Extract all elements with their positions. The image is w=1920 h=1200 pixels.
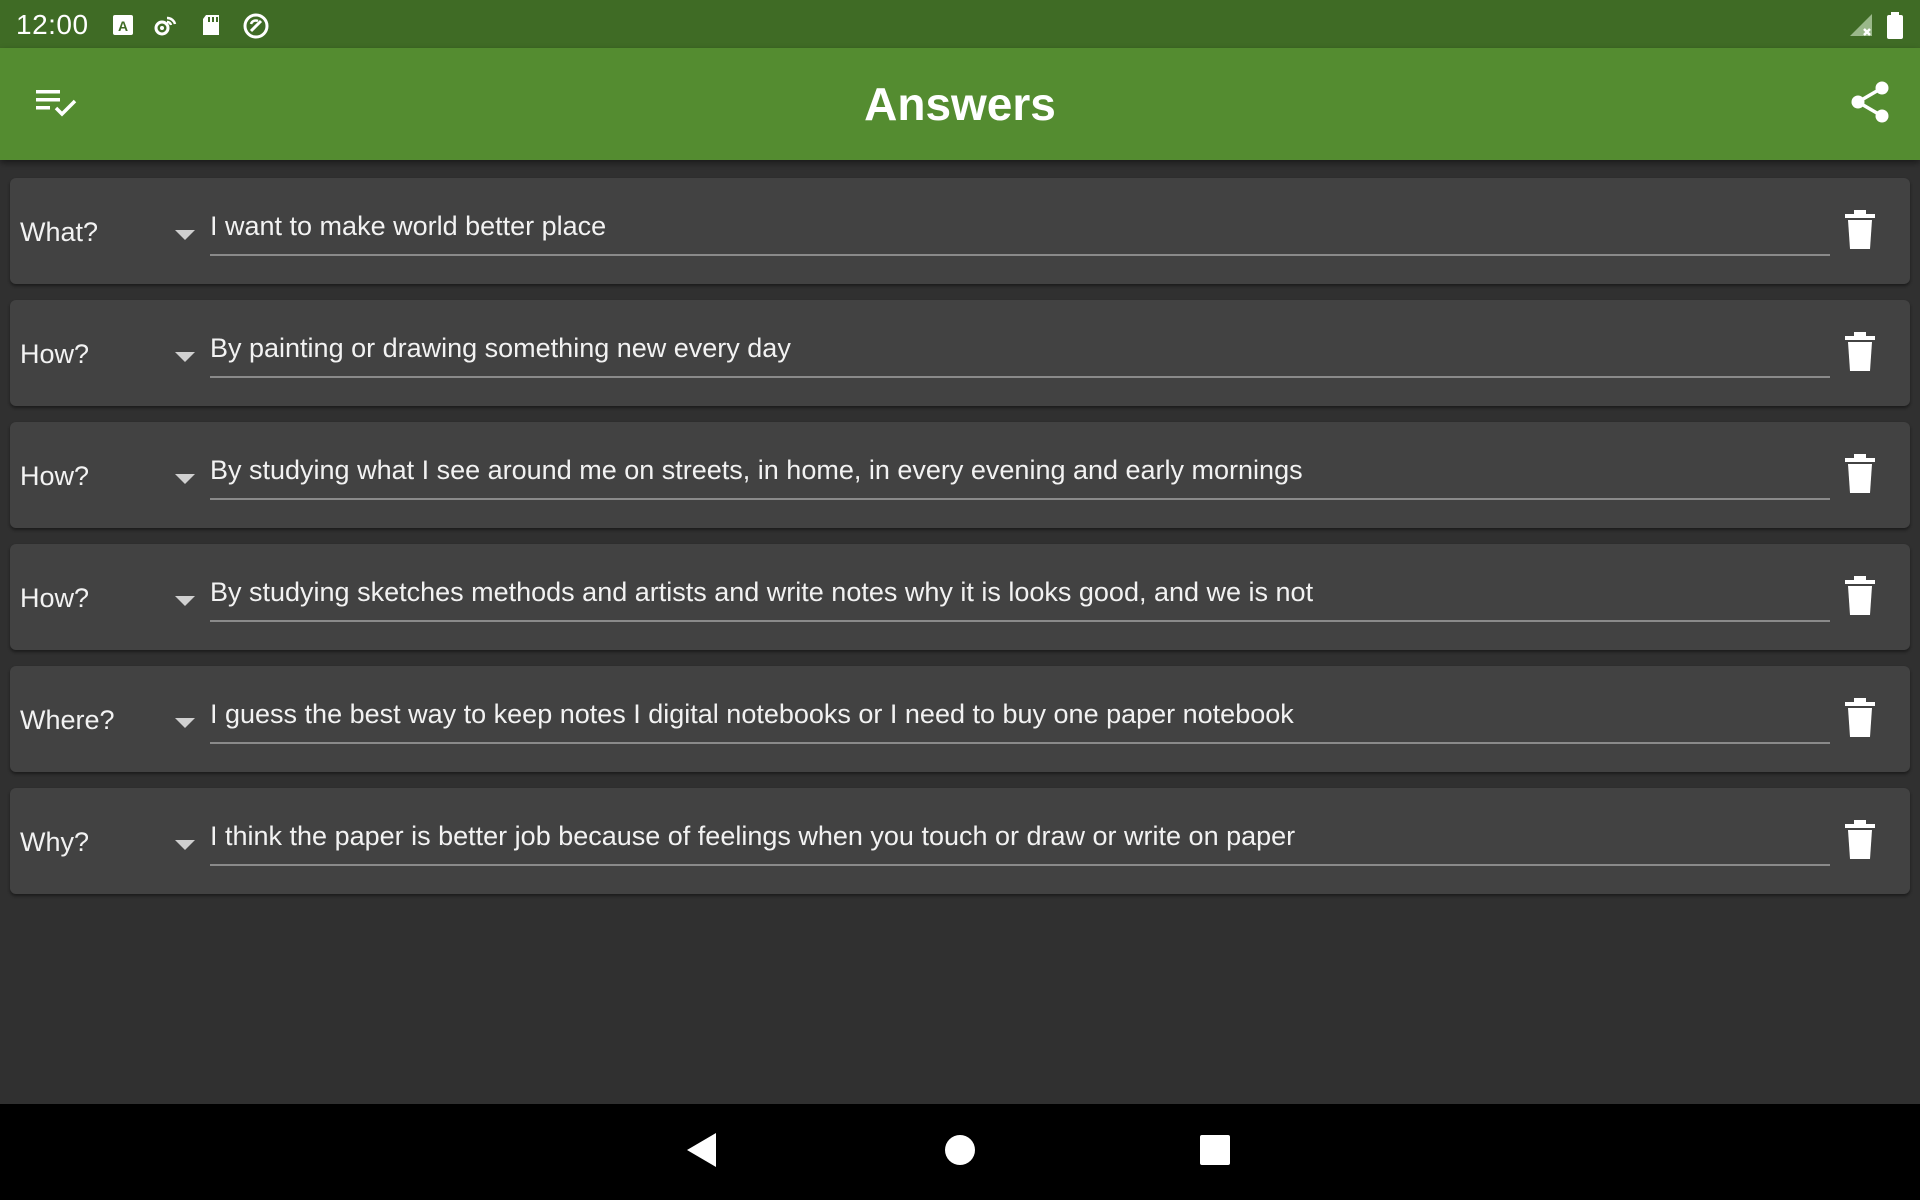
answer-type-label: How?	[20, 583, 90, 613]
status-bar: 12:00 A	[0, 0, 1920, 48]
answer-row: Why? I think the paper is better job bec…	[10, 788, 1910, 894]
trash-icon	[1844, 331, 1876, 377]
page-title: Answers	[864, 78, 1056, 130]
answer-type-label: What?	[20, 217, 99, 247]
delete-button[interactable]	[1832, 326, 1888, 382]
answer-row: How? By studying what I see around me on…	[10, 422, 1910, 528]
signal-icon	[1848, 12, 1874, 38]
keyboard-icon: A	[110, 12, 136, 38]
dropdown-arrow-icon	[175, 352, 195, 362]
dropdown-arrow-icon	[175, 596, 195, 606]
sd-card-icon	[198, 12, 224, 38]
answer-text-input[interactable]: I guess the best way to keep notes I dig…	[210, 694, 1830, 744]
trash-icon	[1844, 697, 1876, 743]
recents-button[interactable]	[1183, 1120, 1247, 1184]
answer-list: What? I want to make world better place …	[10, 178, 1910, 910]
dropdown-arrow-icon	[175, 718, 195, 728]
trash-icon	[1844, 209, 1876, 255]
answer-type-dropdown[interactable]: What?	[10, 178, 206, 284]
dropdown-arrow-icon	[175, 474, 195, 484]
home-icon	[943, 1133, 977, 1172]
answer-row: How? By studying sketches methods and ar…	[10, 544, 1910, 650]
answer-row: What? I want to make world better place	[10, 178, 1910, 284]
trash-icon	[1844, 453, 1876, 499]
delete-button[interactable]	[1832, 692, 1888, 748]
answer-type-label: How?	[20, 461, 90, 491]
answer-type-dropdown[interactable]: How?	[10, 422, 206, 528]
back-button[interactable]	[670, 1120, 734, 1184]
answer-type-dropdown[interactable]: How?	[10, 544, 206, 650]
back-icon	[684, 1131, 720, 1174]
status-time: 12:00	[16, 9, 89, 40]
delete-button[interactable]	[1832, 814, 1888, 870]
sync-icon	[242, 12, 269, 39]
answer-text-input[interactable]: By studying what I see around me on stre…	[210, 450, 1830, 500]
battery-icon	[1882, 12, 1908, 39]
dropdown-arrow-icon	[175, 840, 195, 850]
answer-type-label: How?	[20, 339, 90, 369]
settings-wifi-icon	[152, 12, 178, 38]
answer-type-label: Where?	[20, 705, 115, 735]
trash-icon	[1844, 575, 1876, 621]
app-bar: Answers	[0, 48, 1920, 160]
answer-type-dropdown[interactable]: Where?	[10, 666, 206, 772]
share-button[interactable]	[1842, 76, 1898, 132]
navigation-bar	[0, 1104, 1920, 1200]
answer-text-input[interactable]: I think the paper is better job because …	[210, 816, 1830, 866]
dropdown-arrow-icon	[175, 230, 195, 240]
delete-button[interactable]	[1832, 448, 1888, 504]
recents-icon	[1199, 1134, 1231, 1171]
answer-type-label: Why?	[20, 827, 90, 857]
answer-text-input[interactable]: I want to make world better place	[210, 206, 1830, 256]
delete-button[interactable]	[1832, 570, 1888, 626]
home-button[interactable]	[928, 1120, 992, 1184]
delete-button[interactable]	[1832, 204, 1888, 260]
share-icon	[1849, 80, 1891, 129]
answer-type-dropdown[interactable]: How?	[10, 300, 206, 406]
answer-row: How? By painting or drawing something ne…	[10, 300, 1910, 406]
answer-type-dropdown[interactable]: Why?	[10, 788, 206, 894]
trash-icon	[1844, 819, 1876, 865]
answer-row: Where? I guess the best way to keep note…	[10, 666, 1910, 772]
answer-text-input[interactable]: By studying sketches methods and artists…	[210, 572, 1830, 622]
answer-text-input[interactable]: By painting or drawing something new eve…	[210, 328, 1830, 378]
svg-text:A: A	[118, 18, 128, 34]
